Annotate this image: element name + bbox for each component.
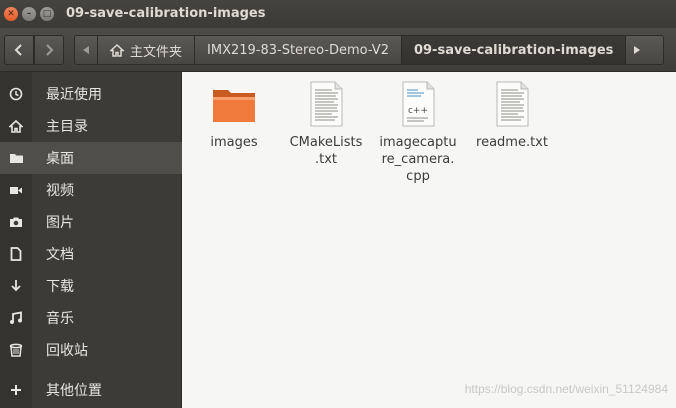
sidebar-item-label: 其他位置: [46, 383, 102, 399]
breadcrumb-home-label: 主文件夹: [130, 44, 183, 60]
places-sidebar: 最近使用 主目录 桌面 视频 图片 文档 下载 音乐 回收站 其他位置: [0, 72, 182, 408]
file-name: readme.txt: [476, 135, 548, 150]
close-window-button[interactable]: ✕: [4, 7, 18, 21]
cpp-file-icon: c++: [402, 81, 435, 127]
plus-icon: [3, 374, 29, 406]
file-item-readme[interactable]: readme.txt: [469, 80, 555, 151]
minimize-icon: –: [26, 9, 32, 19]
text-file-icon: [310, 81, 343, 127]
sidebar-item-label: 下载: [46, 279, 74, 295]
sidebar-item-label: 回收站: [46, 343, 88, 359]
folder-icon: [213, 90, 255, 122]
title-bar: ✕ – □ 09-save-calibration-images: [0, 0, 676, 28]
maximize-window-button[interactable]: □: [40, 7, 54, 21]
text-file-icon: [496, 81, 529, 127]
file-item-imagecapture-camera-cpp[interactable]: c++ imagecaptu re_camera. cpp: [375, 80, 461, 185]
breadcrumb-parent-label: IMX219-83-Stereo-Demo-V2: [207, 42, 389, 58]
sidebar-item-label: 文档: [46, 247, 74, 263]
svg-text:c++: c++: [408, 106, 428, 116]
sidebar-item-trash[interactable]: 回收站: [0, 334, 182, 366]
watermark: https://blog.csdn.net/weixin_51124984: [464, 382, 668, 396]
file-view: images CMakeLists .txt c++ imagecaptu re…: [183, 72, 676, 408]
video-icon: [3, 174, 29, 206]
close-icon: ✕: [7, 9, 15, 19]
file-name: CMakeLists .txt: [289, 135, 363, 167]
toolbar: 主文件夹 IMX219-83-Stereo-Demo-V2 09-save-ca…: [0, 28, 676, 72]
forward-button[interactable]: [34, 35, 64, 65]
clock-icon: [3, 78, 29, 110]
camera-icon: [3, 206, 29, 238]
sidebar-item-downloads[interactable]: 下载: [0, 270, 182, 302]
home-icon: [110, 43, 124, 57]
sidebar-item-other-locations[interactable]: 其他位置: [0, 374, 182, 406]
sidebar-item-label: 视频: [46, 183, 74, 199]
sidebar-item-music[interactable]: 音乐: [0, 302, 182, 334]
trash-icon: [3, 334, 29, 366]
sidebar-item-desktop[interactable]: 桌面: [0, 142, 182, 174]
file-name: imagecaptu re_camera. cpp: [379, 135, 457, 184]
breadcrumb-parent[interactable]: IMX219-83-Stereo-Demo-V2: [195, 36, 402, 64]
sidebar-item-home[interactable]: 主目录: [0, 110, 182, 142]
sidebar-item-recent[interactable]: 最近使用: [0, 78, 182, 110]
folder-icon: [3, 142, 29, 174]
file-item-images[interactable]: images: [191, 80, 277, 151]
home-icon: [3, 110, 29, 142]
document-icon: [3, 238, 29, 270]
chevron-right-icon: [46, 44, 54, 56]
breadcrumb-home[interactable]: 主文件夹: [98, 36, 196, 64]
sidebar-item-documents[interactable]: 文档: [0, 238, 182, 270]
music-icon: [3, 302, 29, 334]
breadcrumb-scroll-right-button[interactable]: [626, 36, 648, 64]
sidebar-item-label: 最近使用: [46, 87, 102, 103]
breadcrumb-current-label: 09-save-calibration-images: [413, 42, 614, 58]
triangle-right-icon: [634, 46, 641, 54]
minimize-window-button[interactable]: –: [22, 7, 36, 21]
back-button[interactable]: [4, 35, 34, 65]
download-icon: [3, 270, 29, 302]
file-name: images: [210, 135, 258, 150]
breadcrumb: 主文件夹 IMX219-83-Stereo-Demo-V2 09-save-ca…: [74, 35, 664, 65]
sidebar-item-label: 图片: [46, 215, 74, 231]
sidebar-item-label: 音乐: [46, 311, 74, 327]
maximize-icon: □: [42, 9, 52, 19]
breadcrumb-scroll-left-button[interactable]: [75, 36, 98, 64]
sidebar-item-label: 主目录: [46, 119, 88, 135]
chevron-left-icon: [14, 44, 22, 56]
breadcrumb-current[interactable]: 09-save-calibration-images: [401, 36, 627, 64]
triangle-left-icon: [83, 46, 89, 54]
file-item-cmakelists[interactable]: CMakeLists .txt: [283, 80, 369, 168]
window-title: 09-save-calibration-images: [66, 6, 266, 21]
sidebar-item-label: 桌面: [46, 151, 74, 167]
sidebar-item-videos[interactable]: 视频: [0, 174, 182, 206]
sidebar-item-pictures[interactable]: 图片: [0, 206, 182, 238]
